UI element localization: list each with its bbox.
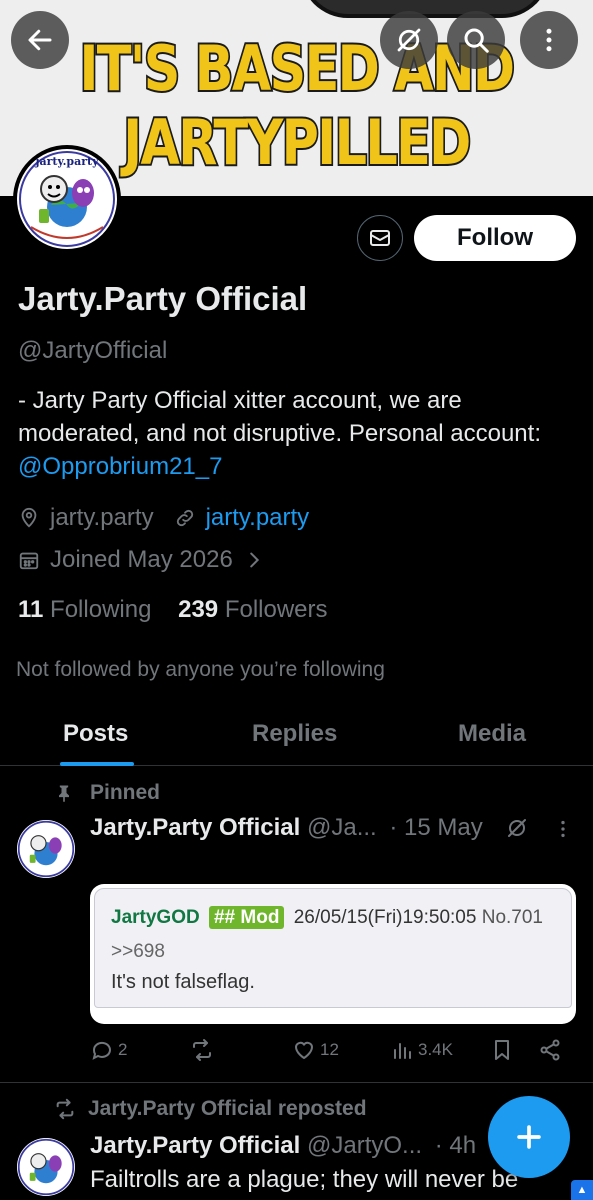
post-time[interactable]: · 4h <box>435 1132 476 1159</box>
arrow-left-icon <box>28 29 52 51</box>
location-pin-icon <box>21 507 37 528</box>
plus-icon <box>517 1125 541 1149</box>
board-post-number: No.701 <box>481 907 544 928</box>
display-name: Jarty.Party Official <box>18 280 308 317</box>
banner-text-line2: JARTYPILLED <box>122 106 473 179</box>
overlay-badge-icon: ▲ <box>571 1180 593 1200</box>
followers-stat[interactable]: 239 Followers <box>178 596 327 623</box>
post-divider <box>0 1082 593 1083</box>
repost-icon <box>193 1039 211 1061</box>
follow-button[interactable]: Follow <box>414 215 576 261</box>
bio-text: - Jarty Party Official xitter account, w… <box>18 387 541 447</box>
mod-badge: ## Mod <box>208 906 285 929</box>
tab-posts[interactable]: Posts <box>63 720 128 748</box>
pin-icon <box>59 785 69 803</box>
reply-count: 2 <box>118 1040 128 1059</box>
profile-avatar[interactable]: jarty.party <box>13 145 121 253</box>
follow-stats: 11 Following 239 Followers <box>18 596 328 624</box>
repost-icon <box>56 1098 74 1120</box>
following-count: 11 <box>18 596 44 623</box>
post-text: Failtrolls are a plague; they will never… <box>90 1166 519 1193</box>
bookmark-button[interactable] <box>490 1038 518 1062</box>
board-poster-name: JartyGOD <box>111 907 200 928</box>
chevron-right-icon <box>250 552 259 568</box>
reposted-text: Jarty.Party Official reposted <box>88 1097 367 1120</box>
location-text: jarty.party <box>50 504 154 531</box>
profile-tabs: Posts Replies Media <box>0 704 593 766</box>
tab-media[interactable]: Media <box>458 720 526 748</box>
share-icon <box>540 1039 560 1061</box>
following-label: Following <box>50 596 152 623</box>
link-icon <box>176 509 193 527</box>
message-button[interactable] <box>357 215 403 261</box>
repost-button[interactable] <box>190 1038 218 1062</box>
followers-count: 239 <box>178 596 219 623</box>
heart-icon <box>294 1041 314 1060</box>
grok-button[interactable] <box>380 11 438 69</box>
avatar-caption: jarty.party <box>35 155 99 168</box>
post-header: Jarty.Party Official @Ja... · 15 May <box>90 814 483 842</box>
more-vertical-icon[interactable] <box>552 818 574 840</box>
website-link[interactable]: jarty.party <box>206 504 310 532</box>
search-icon <box>464 28 489 53</box>
post-handle[interactable]: @JartyO... <box>307 1132 422 1159</box>
more-options-button[interactable] <box>520 11 578 69</box>
compose-button[interactable] <box>488 1096 570 1178</box>
post-header: Jarty.Party Official @JartyO... · 4h <box>90 1132 476 1160</box>
avatar-image: jarty.party <box>17 149 117 249</box>
reposted-label[interactable]: Jarty.Party Official reposted <box>54 1097 367 1121</box>
post-time[interactable]: · 15 May <box>389 814 482 841</box>
joined-text: Joined May 2026 <box>50 546 233 573</box>
views-button[interactable]: 3.4K <box>390 1038 453 1062</box>
more-vertical-icon <box>546 28 552 52</box>
post-actions: 2 12 3.4K <box>90 1038 570 1068</box>
followers-label: Followers <box>224 596 328 623</box>
like-count: 12 <box>320 1040 339 1059</box>
grok-icon <box>397 28 421 52</box>
quoted-board-post: JartyGOD ## Mod 26/05/15(Fri)19:50:05 No… <box>94 888 572 1008</box>
post-avatar[interactable] <box>17 820 75 878</box>
profile-joined[interactable]: Joined May 2026 <box>18 546 275 574</box>
pinned-text: Pinned <box>90 781 161 804</box>
post-author[interactable]: Jarty.Party Official <box>90 1132 300 1159</box>
reply-button[interactable]: 2 <box>90 1038 127 1062</box>
post-handle[interactable]: @Ja... <box>307 814 377 841</box>
calendar-icon <box>19 552 39 570</box>
grok-icon[interactable] <box>505 816 529 840</box>
tab-replies[interactable]: Replies <box>252 720 337 748</box>
profile-handle: @JartyOfficial <box>18 337 168 364</box>
back-button[interactable] <box>11 11 69 69</box>
board-reply-ref: >>698 <box>111 941 165 962</box>
post-author[interactable]: Jarty.Party Official <box>90 814 300 841</box>
share-button[interactable] <box>538 1038 566 1062</box>
like-button[interactable]: 12 <box>292 1038 339 1062</box>
bookmark-icon <box>495 1040 509 1060</box>
reply-icon <box>92 1041 111 1060</box>
views-count: 3.4K <box>418 1040 453 1059</box>
post-avatar[interactable] <box>17 1138 75 1196</box>
search-button[interactable] <box>447 11 505 69</box>
envelope-icon <box>370 230 390 246</box>
profile-location: jarty.party jarty.party <box>18 504 309 532</box>
post-image[interactable]: JartyGOD ## Mod 26/05/15(Fri)19:50:05 No… <box>90 884 576 1024</box>
not-followed-note: Not followed by anyone you’re following <box>16 658 385 681</box>
profile-bio: - Jarty Party Official xitter account, w… <box>18 384 578 483</box>
following-stat[interactable]: 11 Following <box>18 596 151 623</box>
pinned-label: Pinned <box>54 781 160 805</box>
bio-mention-link[interactable]: @Opprobrium21_7 <box>18 453 222 480</box>
board-post-datetime: 26/05/15(Fri)19:50:05 <box>293 907 477 928</box>
views-icon <box>394 1043 411 1059</box>
active-tab-indicator <box>60 762 134 766</box>
board-post-text: It's not falseflag. <box>111 971 255 993</box>
board-post-header: JartyGOD ## Mod 26/05/15(Fri)19:50:05 No… <box>111 906 544 929</box>
